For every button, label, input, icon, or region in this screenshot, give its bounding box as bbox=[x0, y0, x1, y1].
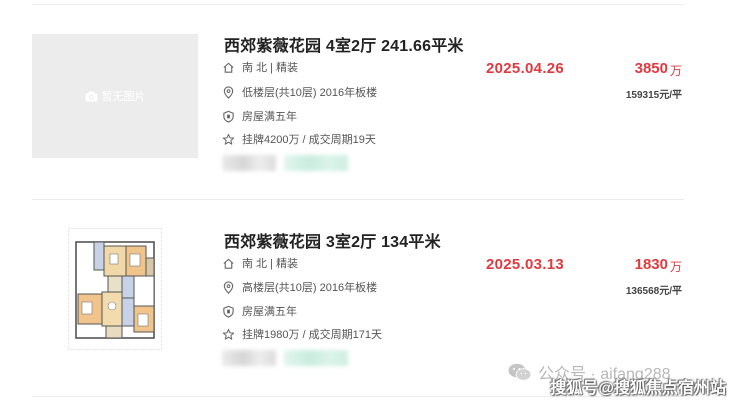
unit-price: 159315元/平 bbox=[625, 90, 682, 101]
unit-price: 136568元/平 bbox=[625, 286, 682, 297]
listing-info-text: 挂牌1980万 / 成交周期171天 bbox=[242, 329, 382, 341]
location-pin-icon bbox=[223, 280, 234, 294]
listing-title[interactable]: 西郊紫薇花园 4室2厅 241.66平米 bbox=[224, 32, 464, 56]
floor-text: 高楼层(共10层) 2016年板楼 bbox=[242, 282, 378, 294]
blurred-tag bbox=[222, 155, 276, 171]
deal-date: 2025.03.13 bbox=[486, 256, 565, 273]
deal-date: 2025.04.26 bbox=[486, 60, 565, 77]
blurred-tag bbox=[284, 350, 348, 366]
star-icon bbox=[222, 133, 235, 145]
listing-info-row: 挂牌4200万 / 成交周期19天 bbox=[222, 131, 376, 147]
tag-row: 房屋满五年 bbox=[222, 108, 297, 124]
price-unit: 万 bbox=[670, 64, 683, 78]
wechat-icon bbox=[508, 363, 532, 381]
star-icon bbox=[222, 328, 235, 340]
tag-row: 房屋满五年 bbox=[222, 303, 297, 319]
house-icon bbox=[223, 62, 234, 73]
orientation-row: 南 北 | 精装 bbox=[222, 255, 298, 271]
floor-plan-drawing bbox=[68, 228, 162, 350]
floor-row: 高楼层(共10层) 2016年板楼 bbox=[222, 279, 377, 295]
tag-text: 房屋满五年 bbox=[242, 111, 297, 123]
blurred-tag bbox=[222, 350, 276, 366]
camera-icon bbox=[85, 90, 97, 102]
total-price: 3850 bbox=[634, 60, 668, 77]
shield-icon bbox=[223, 110, 234, 123]
listing-card[interactable]: 暂无图片 西郊紫薇花园 4室2厅 241.66平米 南 北 | 精装 低楼层(共… bbox=[0, 0, 740, 190]
orientation-text: 南 北 | 精装 bbox=[242, 258, 299, 270]
house-icon bbox=[223, 258, 234, 269]
listing-title[interactable]: 西郊紫薇花园 3室2厅 134平米 bbox=[224, 228, 441, 252]
listing-image-placeholder[interactable]: 暂无图片 bbox=[32, 34, 198, 158]
orientation-row: 南 北 | 精装 bbox=[222, 59, 298, 75]
total-price: 1830 bbox=[634, 256, 668, 273]
shield-icon bbox=[223, 305, 234, 318]
orientation-text: 南 北 | 精装 bbox=[242, 62, 299, 74]
no-image-label: 暂无图片 bbox=[85, 88, 146, 104]
tag-text: 房屋满五年 bbox=[242, 306, 297, 318]
sohu-watermark: 搜狐号@搜狐焦点宿州站 bbox=[550, 380, 726, 397]
blurred-tag bbox=[284, 155, 348, 171]
listing-info-row: 挂牌1980万 / 成交周期171天 bbox=[222, 326, 382, 342]
floor-plan-image[interactable] bbox=[68, 228, 162, 350]
floor-text: 低楼层(共10层) 2016年板楼 bbox=[242, 87, 378, 99]
price-unit: 万 bbox=[670, 260, 683, 274]
no-image-text: 暂无图片 bbox=[101, 91, 146, 103]
location-pin-icon bbox=[223, 85, 234, 99]
listing-info-text: 挂牌4200万 / 成交周期19天 bbox=[242, 134, 376, 146]
floor-row: 低楼层(共10层) 2016年板楼 bbox=[222, 84, 377, 100]
